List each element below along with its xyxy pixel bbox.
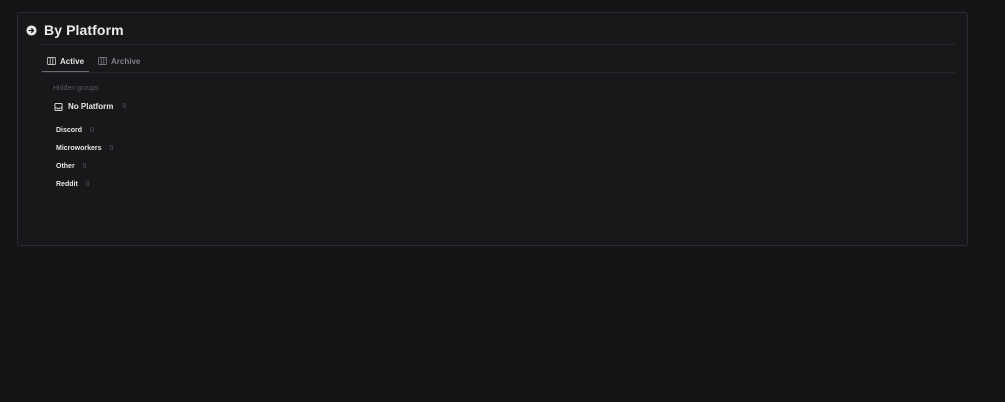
- list-item[interactable]: Reddit 0: [56, 175, 113, 193]
- item-count: 0: [82, 162, 87, 170]
- item-name: Microworkers: [56, 144, 102, 152]
- tab-active-label: Active: [60, 56, 85, 66]
- group-no-platform[interactable]: No Platform 0: [54, 102, 126, 111]
- group-name: No Platform: [68, 102, 114, 111]
- item-name: Reddit: [56, 180, 78, 188]
- list-item[interactable]: Other 0: [56, 157, 113, 175]
- tab-active[interactable]: Active: [42, 51, 90, 73]
- item-count: 0: [90, 126, 94, 134]
- page-title: By Platform: [44, 22, 124, 38]
- list-item[interactable]: Discord 0: [56, 121, 113, 139]
- header-divider: [42, 44, 955, 45]
- list-item[interactable]: Microworkers 0: [56, 139, 113, 157]
- hidden-groups-label: Hidden groups: [53, 85, 99, 92]
- inbox-icon: [54, 102, 63, 111]
- tab-archive-label: Archive: [111, 56, 141, 66]
- item-name: Discord: [56, 126, 83, 134]
- board-icon: [98, 57, 107, 65]
- group-count: 0: [122, 103, 127, 110]
- platform-list: Discord 0 Microworkers 0 Other 0 Reddit …: [56, 121, 113, 193]
- tabs-divider: [42, 72, 955, 73]
- arrow-circle-right-icon: [26, 24, 37, 36]
- board-icon: [47, 57, 56, 65]
- item-name: Other: [56, 162, 75, 170]
- view-tabs: Active Archive: [42, 51, 145, 73]
- board-header: By Platform: [26, 22, 124, 38]
- item-count: 0: [109, 144, 114, 152]
- item-count: 0: [85, 180, 90, 188]
- platform-board-panel: By Platform Active Archive Hidden groups: [17, 12, 968, 246]
- tab-archive[interactable]: Archive: [93, 51, 145, 71]
